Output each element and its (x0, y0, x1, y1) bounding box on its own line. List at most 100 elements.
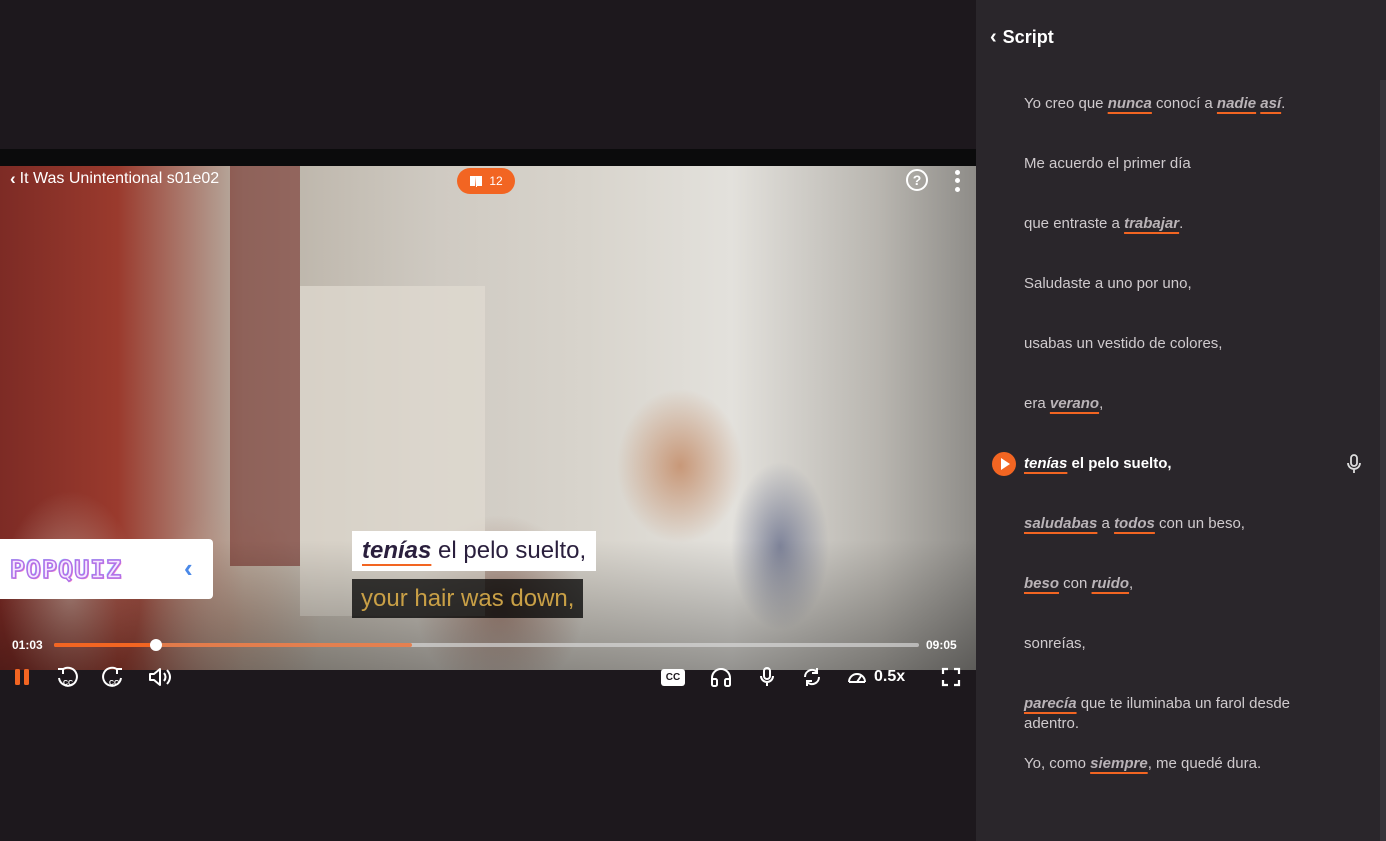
script-line[interactable]: Saludaste a uno por uno, (1024, 274, 1334, 294)
more-dot (954, 187, 960, 193)
script-text: a (1097, 515, 1115, 532)
script-line-active[interactable]: tenías el pelo suelto, (1024, 454, 1334, 474)
vocab-word[interactable]: todos (1114, 515, 1155, 532)
chevron-left-icon: ‹ (10, 169, 16, 188)
progress-bar[interactable]: 01:03 09:05 (0, 634, 976, 656)
svg-text:CC: CC (109, 680, 119, 687)
player-top-bar: ‹ It Was Unintentional s01e02 12 ? (0, 166, 976, 196)
rewind-cc-icon: CC (58, 666, 78, 687)
script-panel: ‹ Script Yo creo que nunca conocí a nadi… (976, 0, 1386, 841)
playback-speed-button[interactable]: 0.5x (846, 664, 910, 690)
book-icon (469, 175, 483, 188)
popquiz-panel[interactable]: POPQUIZ ‹ (0, 539, 213, 599)
player-controls: CC CC CC 0.5x (0, 664, 976, 690)
vocab-word[interactable]: beso (1024, 575, 1059, 592)
vocab-word[interactable]: siempre (1090, 755, 1148, 772)
subtitles: tenías el pelo suelto, your hair was dow… (352, 531, 597, 618)
captions-button[interactable]: CC (660, 664, 686, 690)
script-text: , (1129, 575, 1134, 592)
playback-speed: 0.5x (874, 668, 906, 685)
pause-button[interactable] (10, 664, 34, 690)
more-dot (954, 178, 960, 184)
script-scrollbar[interactable] (1380, 80, 1386, 841)
volume-button[interactable] (146, 664, 174, 690)
script-text: , (1099, 395, 1104, 412)
play-line-button[interactable] (992, 452, 1016, 476)
vocab-word[interactable]: nadie (1217, 95, 1256, 112)
progress-thumb[interactable] (150, 639, 163, 651)
script-text: sonreías, (1024, 635, 1086, 652)
headphones-icon (711, 668, 731, 687)
svg-text:CC: CC (63, 680, 73, 687)
progress-track[interactable] (54, 639, 919, 651)
script-text: era (1024, 395, 1050, 412)
script-line[interactable]: usabas un vestido de colores, (1024, 334, 1334, 354)
chevron-left-icon[interactable]: ‹ (990, 26, 997, 48)
total-duration: 09:05 (926, 638, 957, 652)
volume-icon (149, 668, 171, 686)
script-text: , me quedé dura. (1147, 755, 1262, 772)
script-line[interactable]: Yo creo que nunca conocí a nadie así. (1024, 94, 1334, 114)
script-text: Yo, como (1024, 755, 1091, 772)
current-time: 01:03 (12, 638, 43, 652)
chevron-left-icon[interactable]: ‹ (184, 554, 193, 582)
script-line[interactable]: era verano, (1024, 394, 1334, 414)
vocab-word[interactable]: trabajar (1124, 215, 1179, 232)
speak-button[interactable] (756, 664, 778, 690)
record-line-button[interactable] (1346, 453, 1362, 480)
script-text: el pelo suelto, (1067, 455, 1172, 472)
fullscreen-button[interactable] (940, 664, 962, 690)
vocab-word[interactable]: nunca (1108, 95, 1152, 112)
more-options-button[interactable] (950, 168, 964, 194)
vocab-word[interactable]: ruido (1092, 575, 1130, 592)
script-text: con un beso, (1154, 515, 1245, 532)
script-text: . (1179, 215, 1184, 232)
script-text: que entraste a (1024, 215, 1125, 232)
popquiz-logo: POPQUIZ (9, 554, 123, 585)
speedometer-icon (848, 673, 866, 683)
repeat-icon (803, 668, 821, 686)
forward-subtitle-button[interactable]: CC (100, 664, 126, 690)
vocab-word[interactable]: así (1260, 95, 1281, 112)
script-text: Yo creo que (1024, 95, 1108, 112)
fullscreen-icon (941, 667, 961, 687)
back-to-episode-button[interactable]: ‹ It Was Unintentional s01e02 (10, 170, 219, 188)
help-button[interactable]: ? (906, 169, 928, 191)
script-text: Me acuerdo el primer día (1024, 155, 1191, 172)
script-line[interactable]: beso con ruido, (1024, 574, 1334, 594)
video-player: ‹ It Was Unintentional s01e02 12 ? POPQU… (0, 0, 976, 841)
vocab-word[interactable]: verano (1050, 395, 1099, 412)
more-vertical-icon (954, 169, 960, 175)
microphone-icon (760, 667, 774, 686)
script-text: con (1059, 575, 1092, 592)
script-line[interactable]: que entraste a trabajar. (1024, 214, 1334, 234)
subtitle-vocab-word[interactable]: tenías (362, 537, 431, 564)
subtitle-spanish-rest: el pelo suelto, (431, 537, 587, 564)
script-text: conocí a (1151, 95, 1217, 112)
video-letterbox (0, 149, 976, 166)
script-text: usabas un vestido de colores, (1024, 335, 1223, 352)
help-circle-icon: ? (912, 172, 922, 188)
script-line[interactable]: Me acuerdo el primer día (1024, 154, 1334, 174)
pause-icon (15, 669, 29, 685)
subtitle-spanish[interactable]: tenías el pelo suelto, (352, 531, 597, 571)
cc-label: CC (660, 668, 686, 686)
script-line[interactable]: Yo, como siempre, me quedé dura. (1024, 754, 1334, 774)
listening-mode-button[interactable] (708, 664, 734, 690)
episode-title: It Was Unintentional s01e02 (19, 170, 220, 187)
script-header[interactable]: ‹ Script (990, 26, 1054, 48)
script-line[interactable]: sonreías, (1024, 634, 1334, 654)
script-line[interactable]: saludabas a todos con un beso, (1024, 514, 1334, 534)
script-title: Script (1002, 26, 1054, 47)
script-text: Saludaste a uno por uno, (1024, 275, 1192, 292)
script-line[interactable]: parecía que te iluminaba un farol desde … (1024, 694, 1334, 734)
vocab-word[interactable]: parecía (1024, 695, 1077, 712)
video-scene-locker (230, 166, 300, 566)
vocab-word[interactable]: tenías (1024, 455, 1067, 472)
microphone-icon (1347, 454, 1361, 473)
vocab-count-badge[interactable]: 12 (457, 168, 515, 194)
vocab-word[interactable]: saludabas (1024, 515, 1097, 532)
rewind-subtitle-button[interactable]: CC (54, 664, 80, 690)
repeat-button[interactable] (800, 664, 824, 690)
app-root: ‹ It Was Unintentional s01e02 12 ? POPQU… (0, 0, 1386, 841)
